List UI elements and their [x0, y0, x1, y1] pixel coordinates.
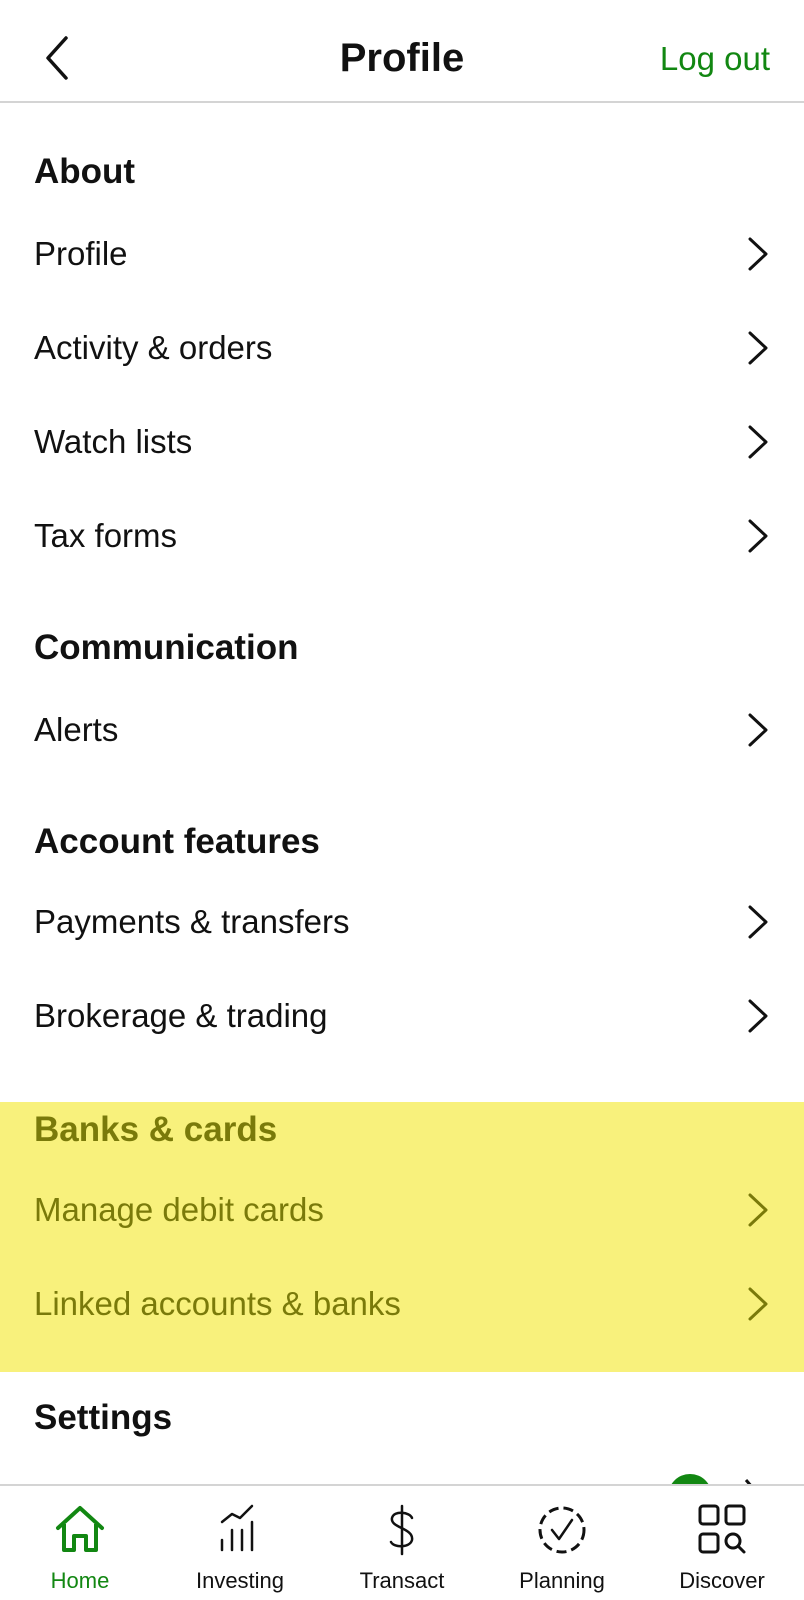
- tab-planning[interactable]: Planning: [482, 1486, 642, 1600]
- menu-item-manage-debit-cards[interactable]: Manage debit cards: [0, 1164, 804, 1256]
- menu-item-label: Linked accounts & banks: [34, 1285, 401, 1322]
- dollar-icon: [389, 1504, 414, 1556]
- chevron-right-icon: [748, 905, 768, 939]
- back-button[interactable]: [40, 34, 76, 82]
- tab-transact[interactable]: Transact: [322, 1486, 482, 1600]
- tab-label: Transact: [359, 1568, 445, 1593]
- tab-label: Planning: [519, 1568, 605, 1593]
- menu-item-watch-lists[interactable]: Watch lists: [0, 396, 804, 488]
- menu-item-linked-accounts-banks[interactable]: Linked accounts & banks: [0, 1258, 804, 1350]
- tab-label: Investing: [195, 1568, 285, 1593]
- chevron-right-icon: [748, 519, 768, 553]
- menu-item-label: Payments & transfers: [34, 903, 350, 940]
- top-nav-bar: Profile Log out: [0, 0, 804, 103]
- menu-item-alerts[interactable]: Alerts: [0, 684, 804, 776]
- section-heading-banks-cards: Banks & cards: [34, 1110, 278, 1149]
- chevron-right-icon: [748, 425, 768, 459]
- bottom-tab-bar: Home Investing Transact Planning Discove…: [0, 1484, 804, 1600]
- menu-item-label: Alerts: [34, 711, 119, 748]
- tab-label: Discover: [679, 1568, 765, 1593]
- section-heading-account-features: Account features: [34, 822, 320, 861]
- chevron-right-icon: [748, 331, 768, 365]
- chevron-right-icon: [748, 1287, 768, 1321]
- grid-search-icon: [698, 1504, 746, 1554]
- menu-item-label: Manage debit cards: [34, 1191, 324, 1228]
- tab-discover[interactable]: Discover: [642, 1486, 802, 1600]
- menu-item-tax-forms[interactable]: Tax forms: [0, 490, 804, 582]
- check-circle-icon: [538, 1506, 586, 1554]
- menu-item-activity-orders[interactable]: Activity & orders: [0, 302, 804, 394]
- section-heading-settings: Settings: [34, 1398, 173, 1437]
- tab-home[interactable]: Home: [0, 1486, 160, 1600]
- menu-item-label: Activity & orders: [34, 329, 273, 366]
- chevron-right-icon: [748, 1193, 768, 1227]
- menu-item-label: Brokerage & trading: [34, 997, 328, 1034]
- tab-label: Home: [50, 1568, 110, 1593]
- chevron-left-icon: [46, 36, 68, 80]
- menu-item-profile[interactable]: Profile: [0, 208, 804, 300]
- chevron-right-icon: [748, 237, 768, 271]
- section-heading-about: About: [34, 152, 136, 191]
- menu-item-label: Watch lists: [34, 423, 193, 460]
- chart-icon: [220, 1504, 254, 1552]
- chevron-right-icon: [748, 713, 768, 747]
- tab-investing[interactable]: Investing: [160, 1486, 320, 1600]
- chevron-right-icon: [748, 999, 768, 1033]
- home-icon: [56, 1506, 104, 1552]
- menu-item-brokerage-trading[interactable]: Brokerage & trading: [0, 970, 804, 1062]
- section-heading-communication: Communication: [34, 628, 299, 667]
- menu-item-label: Profile: [34, 235, 128, 272]
- menu-item-label: Tax forms: [34, 517, 178, 554]
- log-out-button[interactable]: Log out: [660, 40, 770, 78]
- menu-item-payments-transfers[interactable]: Payments & transfers: [0, 876, 804, 968]
